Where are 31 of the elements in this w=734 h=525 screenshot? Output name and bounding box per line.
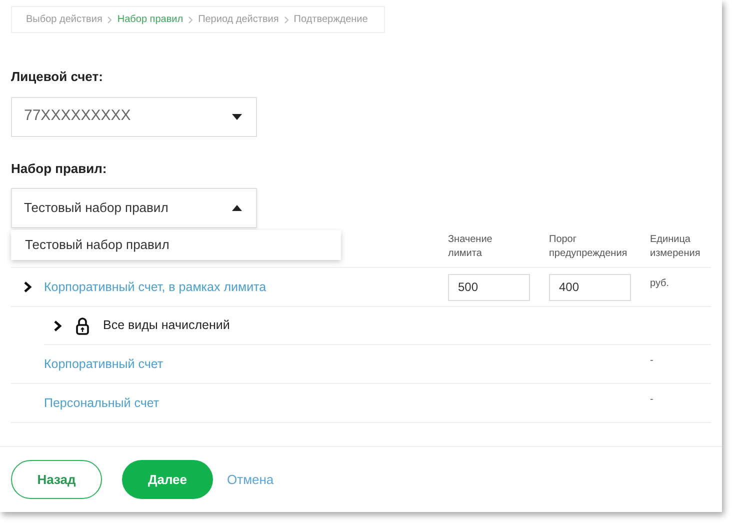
unit-text: руб. <box>650 277 670 291</box>
breadcrumb-step[interactable]: Набор правил <box>117 12 184 27</box>
column-header: Единица измерения <box>650 233 702 261</box>
column-header: Порог предупреждения <box>549 233 628 261</box>
chevron-right-icon <box>188 16 194 24</box>
breadcrumb-step[interactable]: Подтверждение <box>294 12 368 27</box>
account-link[interactable]: Корпоративный счет <box>44 354 448 374</box>
select-field[interactable]: Тестовый набор правил <box>11 188 257 228</box>
dropdown-option[interactable]: Тестовый набор правил <box>11 230 341 260</box>
chevron-right-icon[interactable] <box>53 320 62 332</box>
field-label: Набор правил: <box>11 160 108 178</box>
column-header: Значение лимита <box>448 233 494 261</box>
chevron-right-icon <box>107 16 112 24</box>
unit-text: - <box>650 354 654 368</box>
chevron-right-icon <box>284 16 289 24</box>
account-link[interactable]: Персональный счет <box>44 394 448 412</box>
breadcrumb-step[interactable]: Период действия <box>198 12 279 27</box>
caret-icon <box>232 114 242 120</box>
breadcrumb-step[interactable]: Выбор действия <box>26 12 102 27</box>
unit-text: - <box>650 393 654 407</box>
charge-type-text: Все виды начислений <box>103 317 230 334</box>
cancel-link[interactable]: Отмена <box>227 470 274 490</box>
back-button[interactable]: Назад <box>11 460 102 499</box>
next-button[interactable]: Далее <box>122 460 213 499</box>
chevron-right-icon[interactable] <box>23 281 32 293</box>
limit-input[interactable]: 500 <box>448 274 530 300</box>
account-link[interactable]: Корпоративный счет, в рамках лимита <box>44 278 448 296</box>
caret-icon <box>232 205 242 211</box>
threshold-input[interactable]: 400 <box>549 274 631 300</box>
select-field[interactable]: 77XXXXXXXXX <box>11 96 257 136</box>
field-label: Лицевой счет: <box>11 68 104 86</box>
